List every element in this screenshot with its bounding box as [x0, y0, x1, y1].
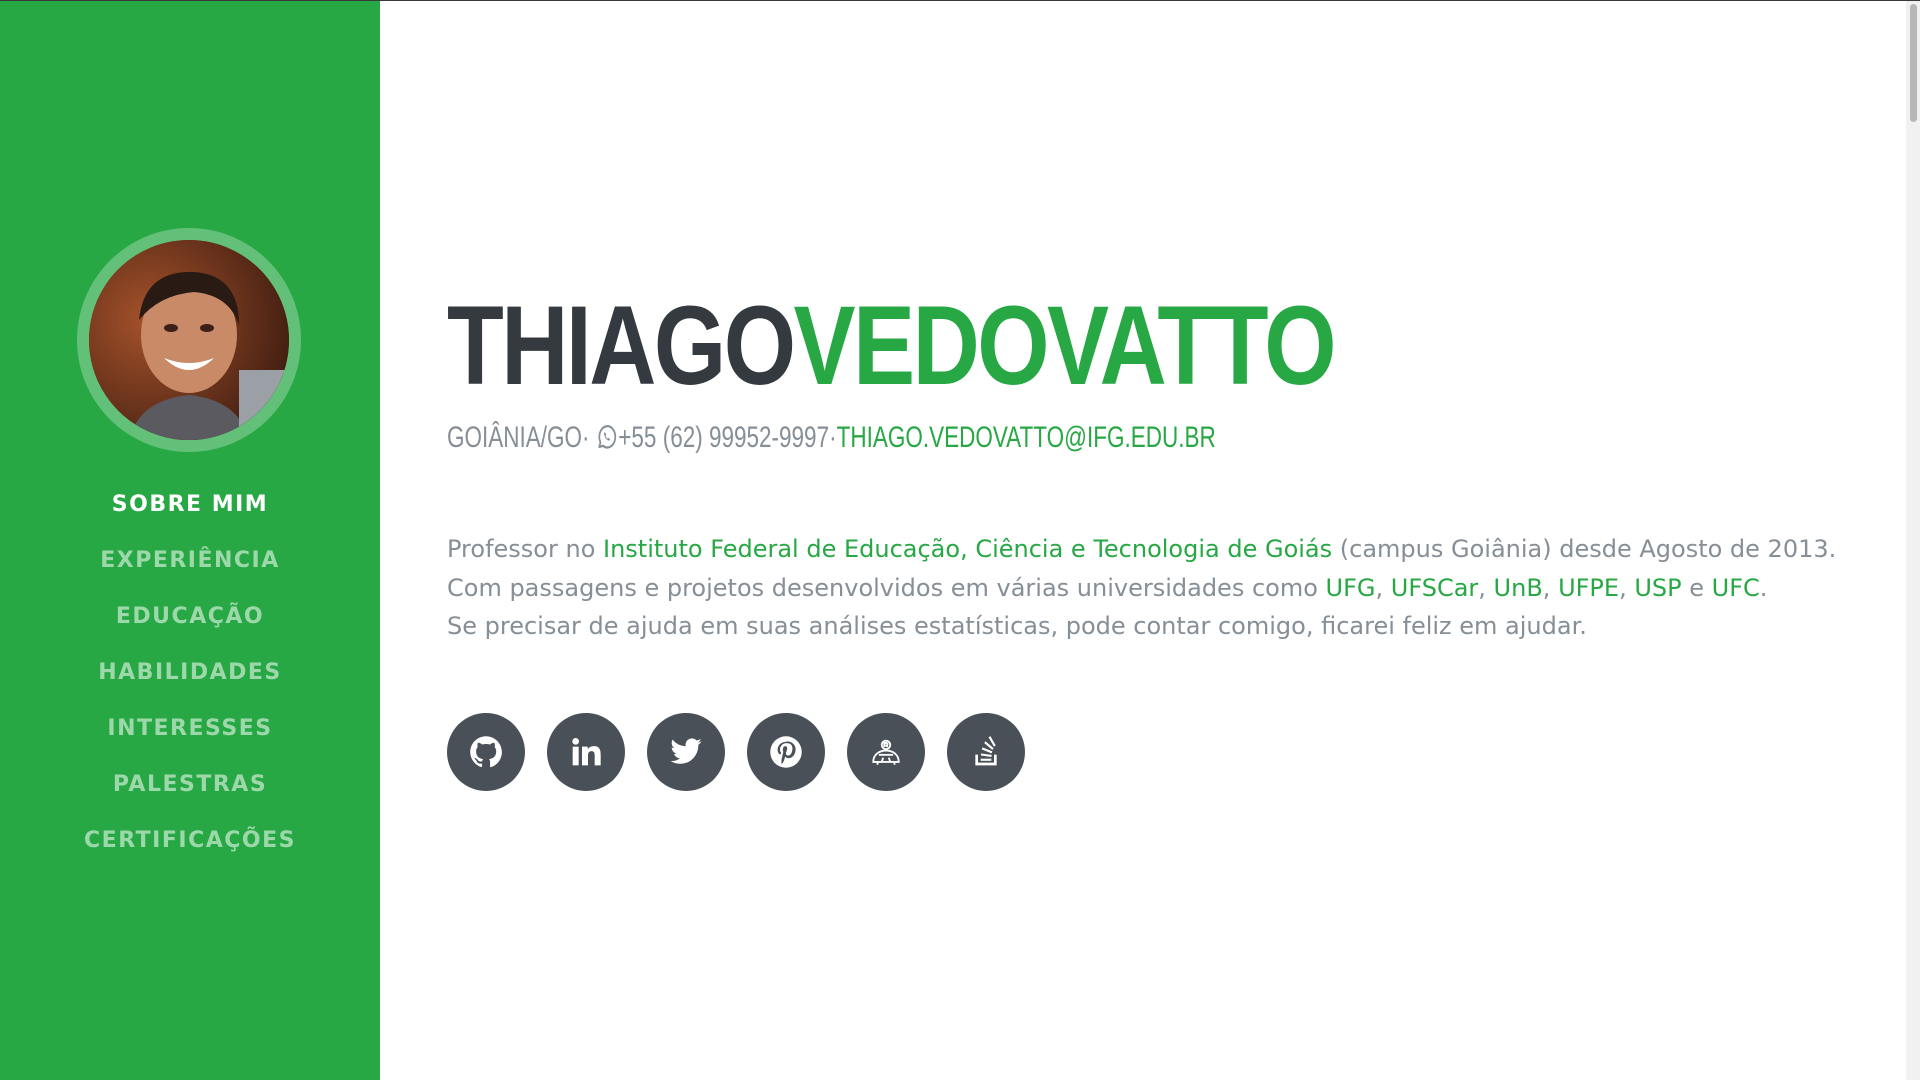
linkedin-icon: [570, 736, 602, 768]
whatsapp-icon: [596, 422, 619, 452]
nav-item-interesses[interactable]: INTERESSES: [0, 700, 380, 756]
conjunction: e: [1681, 573, 1712, 602]
avatar[interactable]: [77, 228, 301, 452]
twitter-icon: [669, 735, 703, 769]
email-link[interactable]: THIAGO.VEDOVATTO@IFG.EDU.BR: [837, 421, 1216, 454]
about-line-2: Com passagens e projetos desenvolvidos e…: [447, 569, 1867, 608]
ufc-link[interactable]: UFC: [1712, 574, 1760, 602]
last-name: VEDOVATTO: [793, 283, 1337, 408]
page-title: THIAGOVEDOVATTO: [447, 283, 1337, 408]
ufscar-link[interactable]: UFSCar: [1391, 574, 1479, 602]
about-text-fragment: Professor no: [447, 535, 603, 563]
about-text: Professor no Instituto Federal de Educaç…: [447, 530, 1867, 646]
window-top-border: [0, 0, 1920, 1]
pinterest-icon: [768, 734, 804, 770]
unb-link[interactable]: UnB: [1494, 574, 1543, 602]
first-name: THIAGO: [447, 283, 796, 408]
about-text-fragment: Com passagens e projetos desenvolvidos e…: [447, 573, 1326, 602]
nav-item-educacao[interactable]: EDUCAÇÃO: [0, 588, 380, 644]
twitter-button[interactable]: [647, 713, 725, 791]
stackoverflow-button[interactable]: [947, 713, 1025, 791]
comma: ,: [1542, 573, 1559, 602]
nav-item-certificacoes[interactable]: CERTIFICAÇÕES: [0, 812, 380, 868]
separator: ·: [582, 421, 590, 454]
linkedin-button[interactable]: [547, 713, 625, 791]
r-package-button[interactable]: [847, 713, 925, 791]
avatar-photo: [89, 240, 289, 440]
phone-number: +55 (62) 99952-9997: [618, 421, 830, 454]
period: .: [1759, 573, 1768, 602]
nav-item-experiencia[interactable]: EXPERIÊNCIA: [0, 532, 380, 588]
github-icon: [468, 734, 504, 770]
main-content: THIAGOVEDOVATTO GOIÂNIA/GO· +55 (62) 999…: [447, 0, 1877, 1080]
ufg-link[interactable]: UFG: [1326, 574, 1376, 602]
comma: ,: [1375, 573, 1391, 602]
about-line-3: Se precisar de ajuda em suas análises es…: [447, 612, 1587, 640]
nav-item-sobre-mim[interactable]: SOBRE MIM: [0, 476, 380, 532]
comma: ,: [1619, 573, 1635, 602]
about-text-fragment: (campus Goiânia) desde Agosto de 2013.: [1332, 535, 1837, 563]
r-package-icon: [869, 735, 903, 769]
sidebar: SOBRE MIM EXPERIÊNCIA EDUCAÇÃO HABILIDAD…: [0, 0, 380, 1080]
location: GOIÂNIA/GO: [447, 421, 583, 454]
comma: ,: [1478, 573, 1494, 602]
page-scrollbar[interactable]: [1906, 0, 1920, 1080]
scrollbar-thumb[interactable]: [1910, 4, 1917, 122]
stackoverflow-icon: [970, 736, 1002, 768]
nav-item-habilidades[interactable]: HABILIDADES: [0, 644, 380, 700]
ifg-link[interactable]: Instituto Federal de Educação, Ciência e…: [603, 535, 1332, 563]
page: SOBRE MIM EXPERIÊNCIA EDUCAÇÃO HABILIDAD…: [0, 0, 1920, 1080]
social-icons: [447, 713, 1025, 791]
nav-item-palestras[interactable]: PALESTRAS: [0, 756, 380, 812]
ufpe-link[interactable]: UFPE: [1558, 574, 1619, 602]
contact-line: GOIÂNIA/GO· +55 (62) 99952-9997·THIAGO.V…: [447, 418, 1216, 458]
usp-link[interactable]: USP: [1634, 574, 1681, 602]
pinterest-button[interactable]: [747, 713, 825, 791]
about-line-1: Professor no Instituto Federal de Educaç…: [447, 530, 1867, 569]
sidebar-nav: SOBRE MIM EXPERIÊNCIA EDUCAÇÃO HABILIDAD…: [0, 476, 380, 868]
github-button[interactable]: [447, 713, 525, 791]
